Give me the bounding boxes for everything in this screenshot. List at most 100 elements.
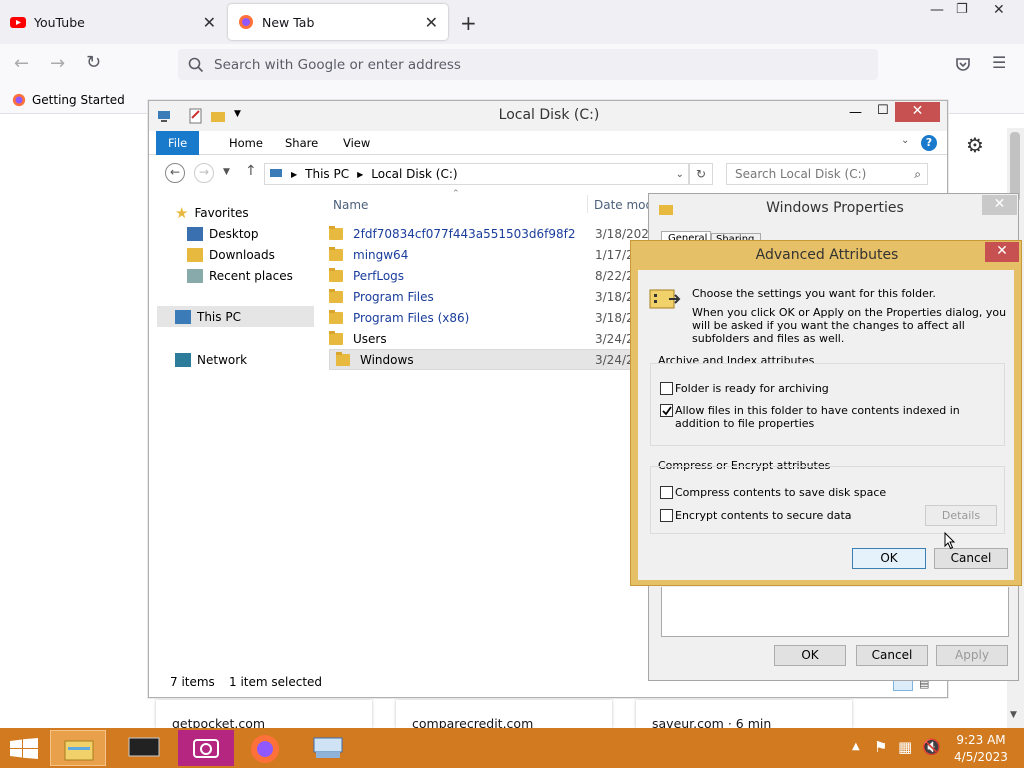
tab-label: New Tab <box>262 14 315 30</box>
action-center-flag-icon[interactable]: ⚑ <box>874 738 887 756</box>
index-checkbox[interactable] <box>660 404 673 417</box>
url-bar[interactable]: Search with Google or enter address <box>178 49 878 80</box>
column-name[interactable]: Name <box>333 198 368 212</box>
forward-icon[interactable]: → <box>194 163 214 183</box>
clock-date[interactable]: 4/5/2023 <box>946 750 1016 764</box>
gear-icon[interactable]: ⚙ <box>966 133 984 157</box>
tab-new-tab[interactable]: New Tab ✕ <box>228 4 448 40</box>
list-item[interactable]: Program Files <box>329 286 629 307</box>
details-button[interactable]: Details <box>925 505 997 526</box>
new-tab-plus-icon[interactable]: + <box>460 11 477 35</box>
reload-icon[interactable]: ↻ <box>86 52 101 73</box>
recent-locations-icon[interactable]: ▼ <box>223 167 230 177</box>
tab-view[interactable]: View <box>331 131 382 155</box>
ok-button[interactable]: OK <box>852 548 926 569</box>
expand-ribbon-icon[interactable]: ⌄ <box>901 135 909 146</box>
maximize-icon[interactable]: ☐ <box>877 103 889 118</box>
encrypt-checkbox[interactable] <box>660 509 673 522</box>
close-dialog-button[interactable]: ✕ <box>982 195 1017 215</box>
breadcrumb-local-disk[interactable]: Local Disk (C:) <box>371 167 457 181</box>
search-input[interactable]: Search Local Disk (C:) ⌕ <box>726 163 928 185</box>
list-item[interactable]: Users <box>329 328 629 349</box>
intro-detail-text: When you click OK or Apply on the Proper… <box>692 306 1007 345</box>
minimize-icon[interactable]: — <box>849 105 862 120</box>
list-item[interactable]: PerfLogs <box>329 265 629 286</box>
properties-icon[interactable] <box>189 108 203 124</box>
compress-checkbox[interactable] <box>660 486 673 499</box>
close-window-icon[interactable]: ✕ <box>993 2 1005 18</box>
folder-icon <box>329 330 343 345</box>
show-hidden-icons[interactable]: ▲ <box>852 741 860 752</box>
tab-youtube[interactable]: YouTube ✕ <box>0 4 226 40</box>
chevron-right-icon: ▶ <box>357 169 364 179</box>
nav-desktop[interactable]: Desktop <box>187 223 259 244</box>
apply-button[interactable]: Apply <box>936 645 1008 666</box>
folder-attributes-icon <box>649 289 681 309</box>
tab-home[interactable]: Home <box>217 131 275 155</box>
address-bar[interactable]: ▶ This PC ▶ Local Disk (C:) ⌄ <box>264 163 689 185</box>
list-item[interactable]: Program Files (x86) <box>329 307 629 328</box>
nav-label: Network <box>197 352 248 367</box>
minimize-icon[interactable]: — <box>930 2 944 18</box>
tab-file[interactable]: File <box>156 131 200 155</box>
mouse-cursor-icon <box>944 532 956 550</box>
nav-this-pc[interactable]: This PC <box>157 306 314 327</box>
taskbar-file-explorer[interactable] <box>50 730 106 766</box>
ok-button[interactable]: OK <box>774 645 846 666</box>
bookmark-getting-started[interactable]: Getting Started <box>32 93 125 107</box>
close-tab-icon[interactable]: ✕ <box>203 13 216 32</box>
back-arrow-icon[interactable]: ← <box>14 53 29 74</box>
nav-recent-places[interactable]: Recent places <box>187 265 293 286</box>
top-site-card[interactable]: comparecredit.com <box>396 700 612 728</box>
keyboard-icon <box>313 737 343 758</box>
column-date[interactable]: Date mod <box>594 198 653 212</box>
quick-access-dropdown-icon[interactable]: ▼ <box>234 109 241 119</box>
file-name: Users <box>353 331 387 346</box>
refresh-icon[interactable]: ↻ <box>689 163 713 185</box>
nav-network[interactable]: Network <box>175 349 247 370</box>
file-name: Windows <box>360 352 414 367</box>
top-site-card[interactable]: getpocket.com <box>156 700 372 728</box>
folder-icon <box>329 267 343 282</box>
top-site-card[interactable]: saveur.com · 6 min <box>636 700 852 728</box>
breadcrumb-this-pc[interactable]: This PC <box>305 167 349 181</box>
tab-share[interactable]: Share <box>273 131 330 155</box>
pocket-icon[interactable] <box>955 56 971 72</box>
chevron-down-icon[interactable]: ⌄ <box>676 169 684 180</box>
search-placeholder: Search Local Disk (C:) <box>735 167 867 181</box>
taskbar-app-terminal[interactable] <box>116 730 172 766</box>
restore-icon[interactable]: ❐ <box>956 2 968 17</box>
taskbar-app-keyboard[interactable] <box>300 730 356 766</box>
index-label: Allow files in this folder to have conte… <box>675 404 960 430</box>
windows-start-icon[interactable] <box>10 738 38 760</box>
file-name: Program Files (x86) <box>353 310 470 325</box>
clock-time[interactable]: 9:23 AM <box>946 733 1016 747</box>
forward-arrow-icon[interactable]: → <box>50 53 65 74</box>
advanced-attributes-dialog: Advanced Attributes ✕ Choose the setting… <box>630 240 1022 586</box>
cancel-button[interactable]: Cancel <box>934 548 1008 569</box>
taskbar-firefox[interactable] <box>238 730 294 766</box>
folder-icon <box>329 309 343 324</box>
archive-checkbox[interactable] <box>660 382 673 395</box>
cancel-button[interactable]: Cancel <box>856 645 928 666</box>
up-arrow-icon[interactable]: ↑ <box>245 163 257 179</box>
taskbar: ▲ ⚑ ▦ 🔇 9:23 AM 4/5/2023 <box>0 728 1024 768</box>
taskbar-app-camera[interactable] <box>178 730 234 766</box>
close-window-button[interactable]: ✕ <box>895 102 940 122</box>
list-item[interactable]: 2fdf70834cf077f443a551503d6f98f2 <box>329 223 629 244</box>
list-item[interactable]: mingw64 <box>329 244 629 265</box>
volume-muted-icon[interactable]: 🔇 <box>922 738 941 756</box>
status-item-count: 7 items <box>170 675 215 689</box>
nav-favorites[interactable]: ★ Favorites <box>175 202 249 223</box>
search-icon: ⌕ <box>914 166 921 181</box>
menu-icon[interactable]: ☰ <box>992 53 1006 72</box>
youtube-icon <box>10 17 26 28</box>
file-explorer-icon <box>64 740 94 761</box>
back-icon[interactable]: ← <box>165 163 185 183</box>
help-icon[interactable]: ? <box>921 135 937 151</box>
network-tray-icon[interactable]: ▦ <box>898 738 912 756</box>
close-dialog-button[interactable]: ✕ <box>985 242 1019 262</box>
new-folder-icon[interactable] <box>211 109 225 123</box>
close-tab-icon[interactable]: ✕ <box>425 13 438 32</box>
nav-downloads[interactable]: Downloads <box>187 244 275 265</box>
